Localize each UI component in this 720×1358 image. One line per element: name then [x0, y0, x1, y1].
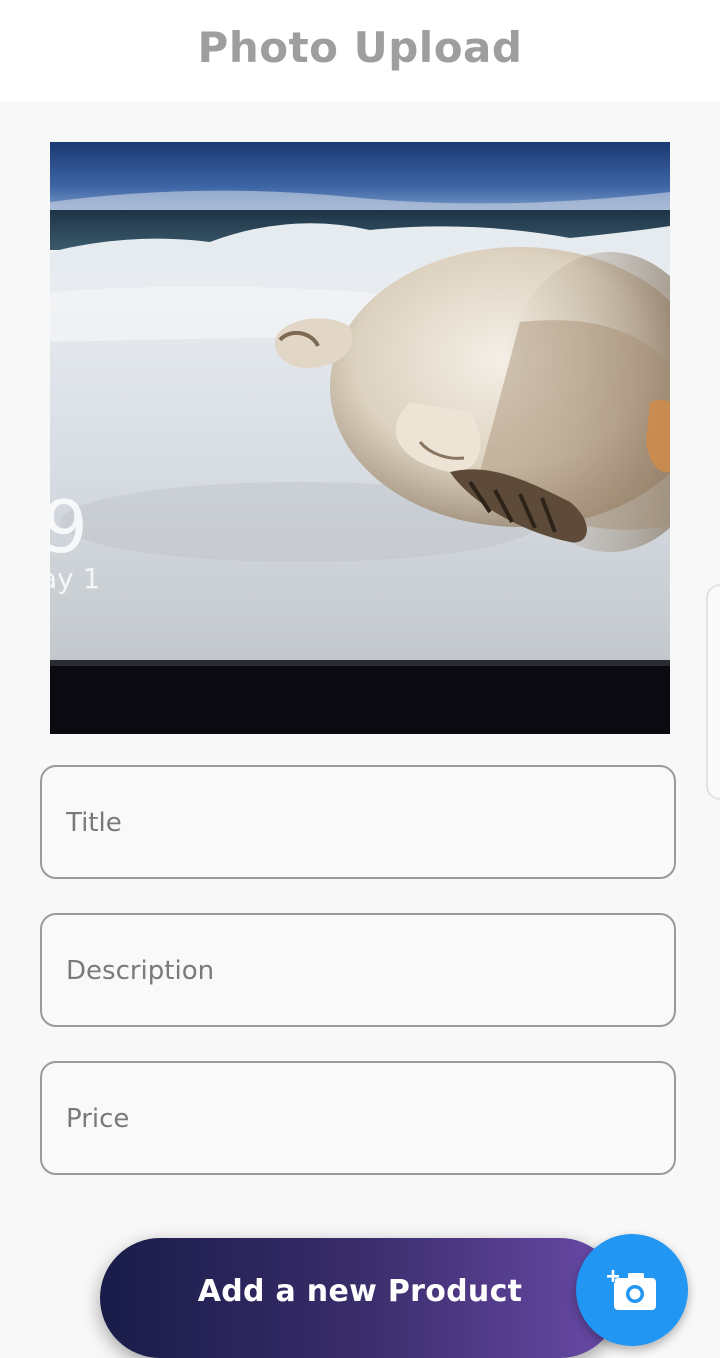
description-field[interactable] — [40, 913, 676, 1027]
product-photo[interactable]: 9 ay 1 — [50, 142, 670, 734]
title-field[interactable] — [40, 765, 676, 879]
add-photo-button[interactable] — [576, 1234, 688, 1346]
add-a-photo-icon — [606, 1269, 656, 1310]
svg-text:ay 1: ay 1 — [50, 562, 100, 595]
edge-panel-handle[interactable] — [706, 584, 720, 800]
add-product-button[interactable]: Add a new Product — [100, 1238, 620, 1358]
svg-text:9: 9 — [50, 485, 88, 569]
price-input[interactable] — [64, 1063, 658, 1175]
app-header: Photo Upload — [0, 0, 720, 102]
add-product-label: Add a new Product — [197, 1274, 523, 1309]
description-input[interactable] — [64, 915, 658, 1027]
page-title: Photo Upload — [197, 22, 523, 72]
title-input[interactable] — [64, 767, 658, 879]
price-field[interactable] — [40, 1061, 676, 1175]
